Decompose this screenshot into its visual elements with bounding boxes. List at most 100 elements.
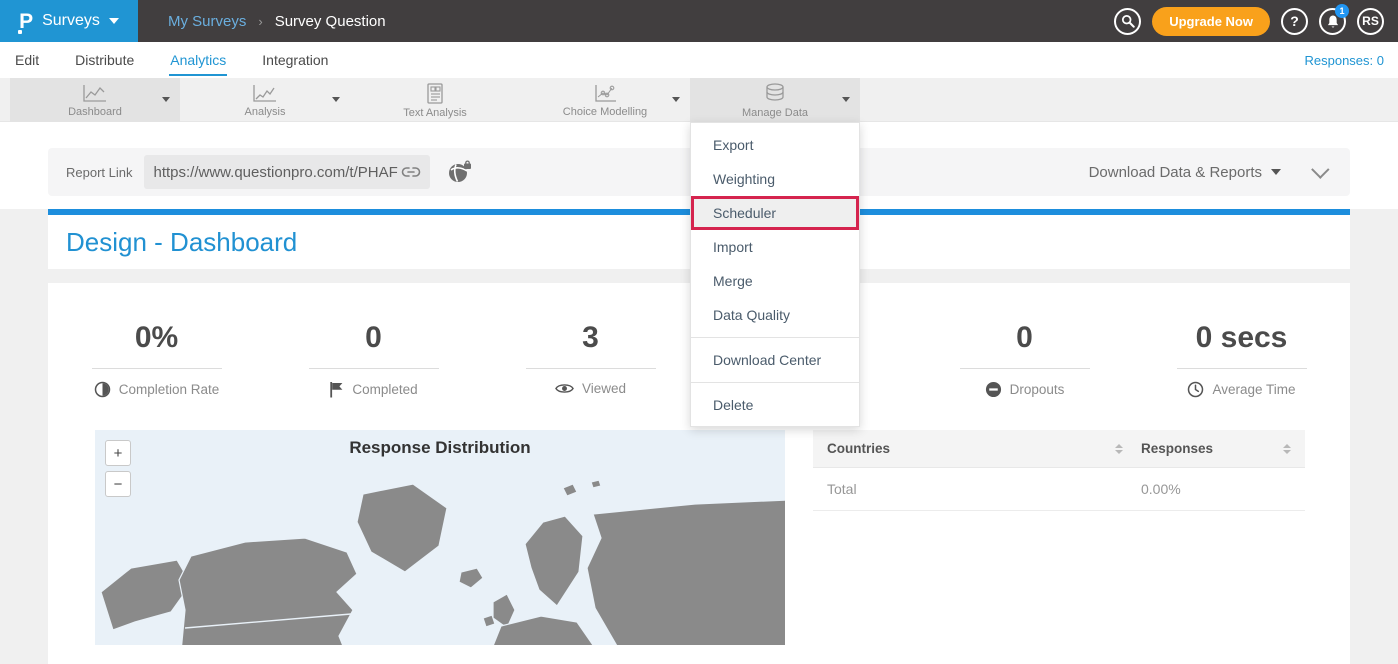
nav-item-integration[interactable]: Integration	[261, 44, 329, 76]
notifications-button[interactable]: 1	[1319, 8, 1346, 35]
menu-item-import[interactable]: Import	[691, 230, 859, 264]
responses-count: Responses: 0	[1305, 53, 1385, 68]
document-grid-icon	[423, 82, 447, 106]
completion-rate-icon	[94, 381, 111, 398]
divider	[691, 382, 859, 383]
tab-label: Manage Data	[742, 107, 808, 119]
chevron-down-icon	[1271, 169, 1281, 175]
response-distribution-map[interactable]: Response Distribution + −	[95, 430, 785, 645]
stat-value: 0%	[48, 321, 265, 355]
table-row: Total 0.00%	[813, 468, 1305, 511]
report-link-input[interactable]	[153, 164, 401, 181]
report-privacy-button[interactable]	[447, 160, 473, 184]
breadcrumb-separator-icon: ›	[258, 14, 262, 29]
tab-choice-modelling[interactable]: Choice Modelling	[520, 78, 690, 122]
nav-item-analytics[interactable]: Analytics	[169, 44, 227, 76]
table-header-row: Countries Responses	[813, 430, 1305, 468]
sort-icon[interactable]	[1115, 444, 1123, 454]
cell-country: Total	[827, 481, 857, 497]
map-zoom-out-button[interactable]: −	[105, 471, 131, 497]
tab-label: Text Analysis	[403, 107, 467, 119]
stat-value: 3	[482, 321, 699, 355]
tab-manage-data[interactable]: Manage Data	[690, 78, 860, 122]
nav-item-edit[interactable]: Edit	[14, 44, 40, 76]
map-title: Response Distribution	[95, 438, 785, 458]
analytics-toolbar: Dashboard Analysis Text Analysis Choice …	[0, 78, 1398, 122]
tab-dashboard[interactable]: Dashboard	[10, 78, 180, 122]
tab-analysis[interactable]: Analysis	[180, 78, 350, 122]
upgrade-now-button[interactable]: Upgrade Now	[1152, 7, 1270, 36]
search-icon	[1121, 14, 1135, 28]
avatar-initials: RS	[1362, 14, 1379, 28]
chevron-down-icon	[332, 97, 340, 102]
help-icon: ?	[1290, 13, 1299, 29]
stat-label: Viewed	[582, 381, 626, 396]
dropouts-icon	[985, 381, 1002, 398]
menu-item-merge[interactable]: Merge	[691, 264, 859, 298]
stat-value: 0	[916, 321, 1133, 355]
search-button[interactable]	[1114, 8, 1141, 35]
divider	[526, 368, 656, 369]
line-chart-icon	[80, 83, 110, 105]
nav-item-distribute[interactable]: Distribute	[74, 44, 135, 76]
scatter-chart-icon	[590, 83, 620, 105]
breadcrumb: My Surveys › Survey Question	[168, 13, 386, 30]
chevron-down-icon	[109, 18, 119, 24]
menu-item-download-center[interactable]: Download Center	[691, 343, 859, 377]
map-zoom-controls: + −	[105, 440, 131, 497]
stat-label: Dropouts	[1010, 382, 1065, 397]
line-chart-icon	[250, 83, 280, 105]
download-data-reports-label: Download Data & Reports	[1089, 164, 1262, 181]
download-data-reports-button[interactable]: Download Data & Reports	[1089, 164, 1281, 181]
stat-value: 0 secs	[1133, 321, 1350, 355]
stat-viewed: 3 Viewed	[482, 321, 699, 398]
link-icon[interactable]	[401, 165, 421, 179]
help-button[interactable]: ?	[1281, 8, 1308, 35]
globe-lock-icon	[447, 160, 473, 184]
col-header-countries[interactable]: Countries	[827, 441, 890, 456]
stat-completion-rate: 0% Completion Rate	[48, 321, 265, 398]
tab-label: Choice Modelling	[563, 106, 647, 118]
clock-icon	[1187, 381, 1204, 398]
avatar[interactable]: RS	[1357, 8, 1384, 35]
menu-item-export[interactable]: Export	[691, 128, 859, 162]
cell-responses: 0.00%	[1141, 481, 1181, 497]
surveys-menu-button[interactable]: P Surveys	[0, 0, 138, 42]
menu-item-delete[interactable]: Delete	[691, 388, 859, 422]
notification-badge: 1	[1335, 4, 1349, 18]
chevron-down-icon	[842, 97, 850, 102]
stat-label: Average Time	[1212, 382, 1295, 397]
map-zoom-in-button[interactable]: +	[105, 440, 131, 466]
menu-item-weighting[interactable]: Weighting	[691, 162, 859, 196]
report-bar-right: Download Data & Reports	[1089, 164, 1332, 181]
tab-text-analysis[interactable]: Text Analysis	[350, 78, 520, 122]
content-row: Response Distribution + −	[48, 430, 1350, 645]
chevron-down-icon	[672, 97, 680, 102]
stat-average-time: 0 secs Average Time	[1133, 321, 1350, 398]
divider	[92, 368, 222, 369]
stat-label: Completed	[352, 382, 417, 397]
divider	[960, 368, 1090, 369]
manage-data-dropdown: Export Weighting Scheduler Import Merge …	[690, 122, 860, 427]
divider	[309, 368, 439, 369]
breadcrumb-my-surveys[interactable]: My Surveys	[168, 13, 246, 30]
world-map	[95, 460, 785, 645]
chevron-down-icon	[162, 97, 170, 102]
database-icon	[762, 82, 788, 106]
tab-label: Analysis	[245, 106, 286, 118]
breadcrumb-current: Survey Question	[275, 13, 386, 30]
menu-item-data-quality[interactable]: Data Quality	[691, 298, 859, 332]
surveys-menu-label: Surveys	[42, 12, 100, 30]
tab-label: Dashboard	[68, 106, 122, 118]
topbar-actions: Upgrade Now ? 1 RS	[1114, 7, 1384, 36]
menu-item-scheduler[interactable]: Scheduler	[691, 196, 859, 230]
sort-icon[interactable]	[1283, 444, 1291, 454]
stat-value: 0	[265, 321, 482, 355]
col-header-responses[interactable]: Responses	[1141, 441, 1213, 456]
report-link-label: Report Link	[66, 165, 132, 180]
divider	[691, 337, 859, 338]
survey-nav: Edit Distribute Analytics Integration Re…	[0, 42, 1398, 78]
flag-icon	[329, 381, 344, 398]
collapse-panel-chevron-icon[interactable]	[1311, 160, 1329, 178]
eye-icon	[555, 382, 574, 395]
